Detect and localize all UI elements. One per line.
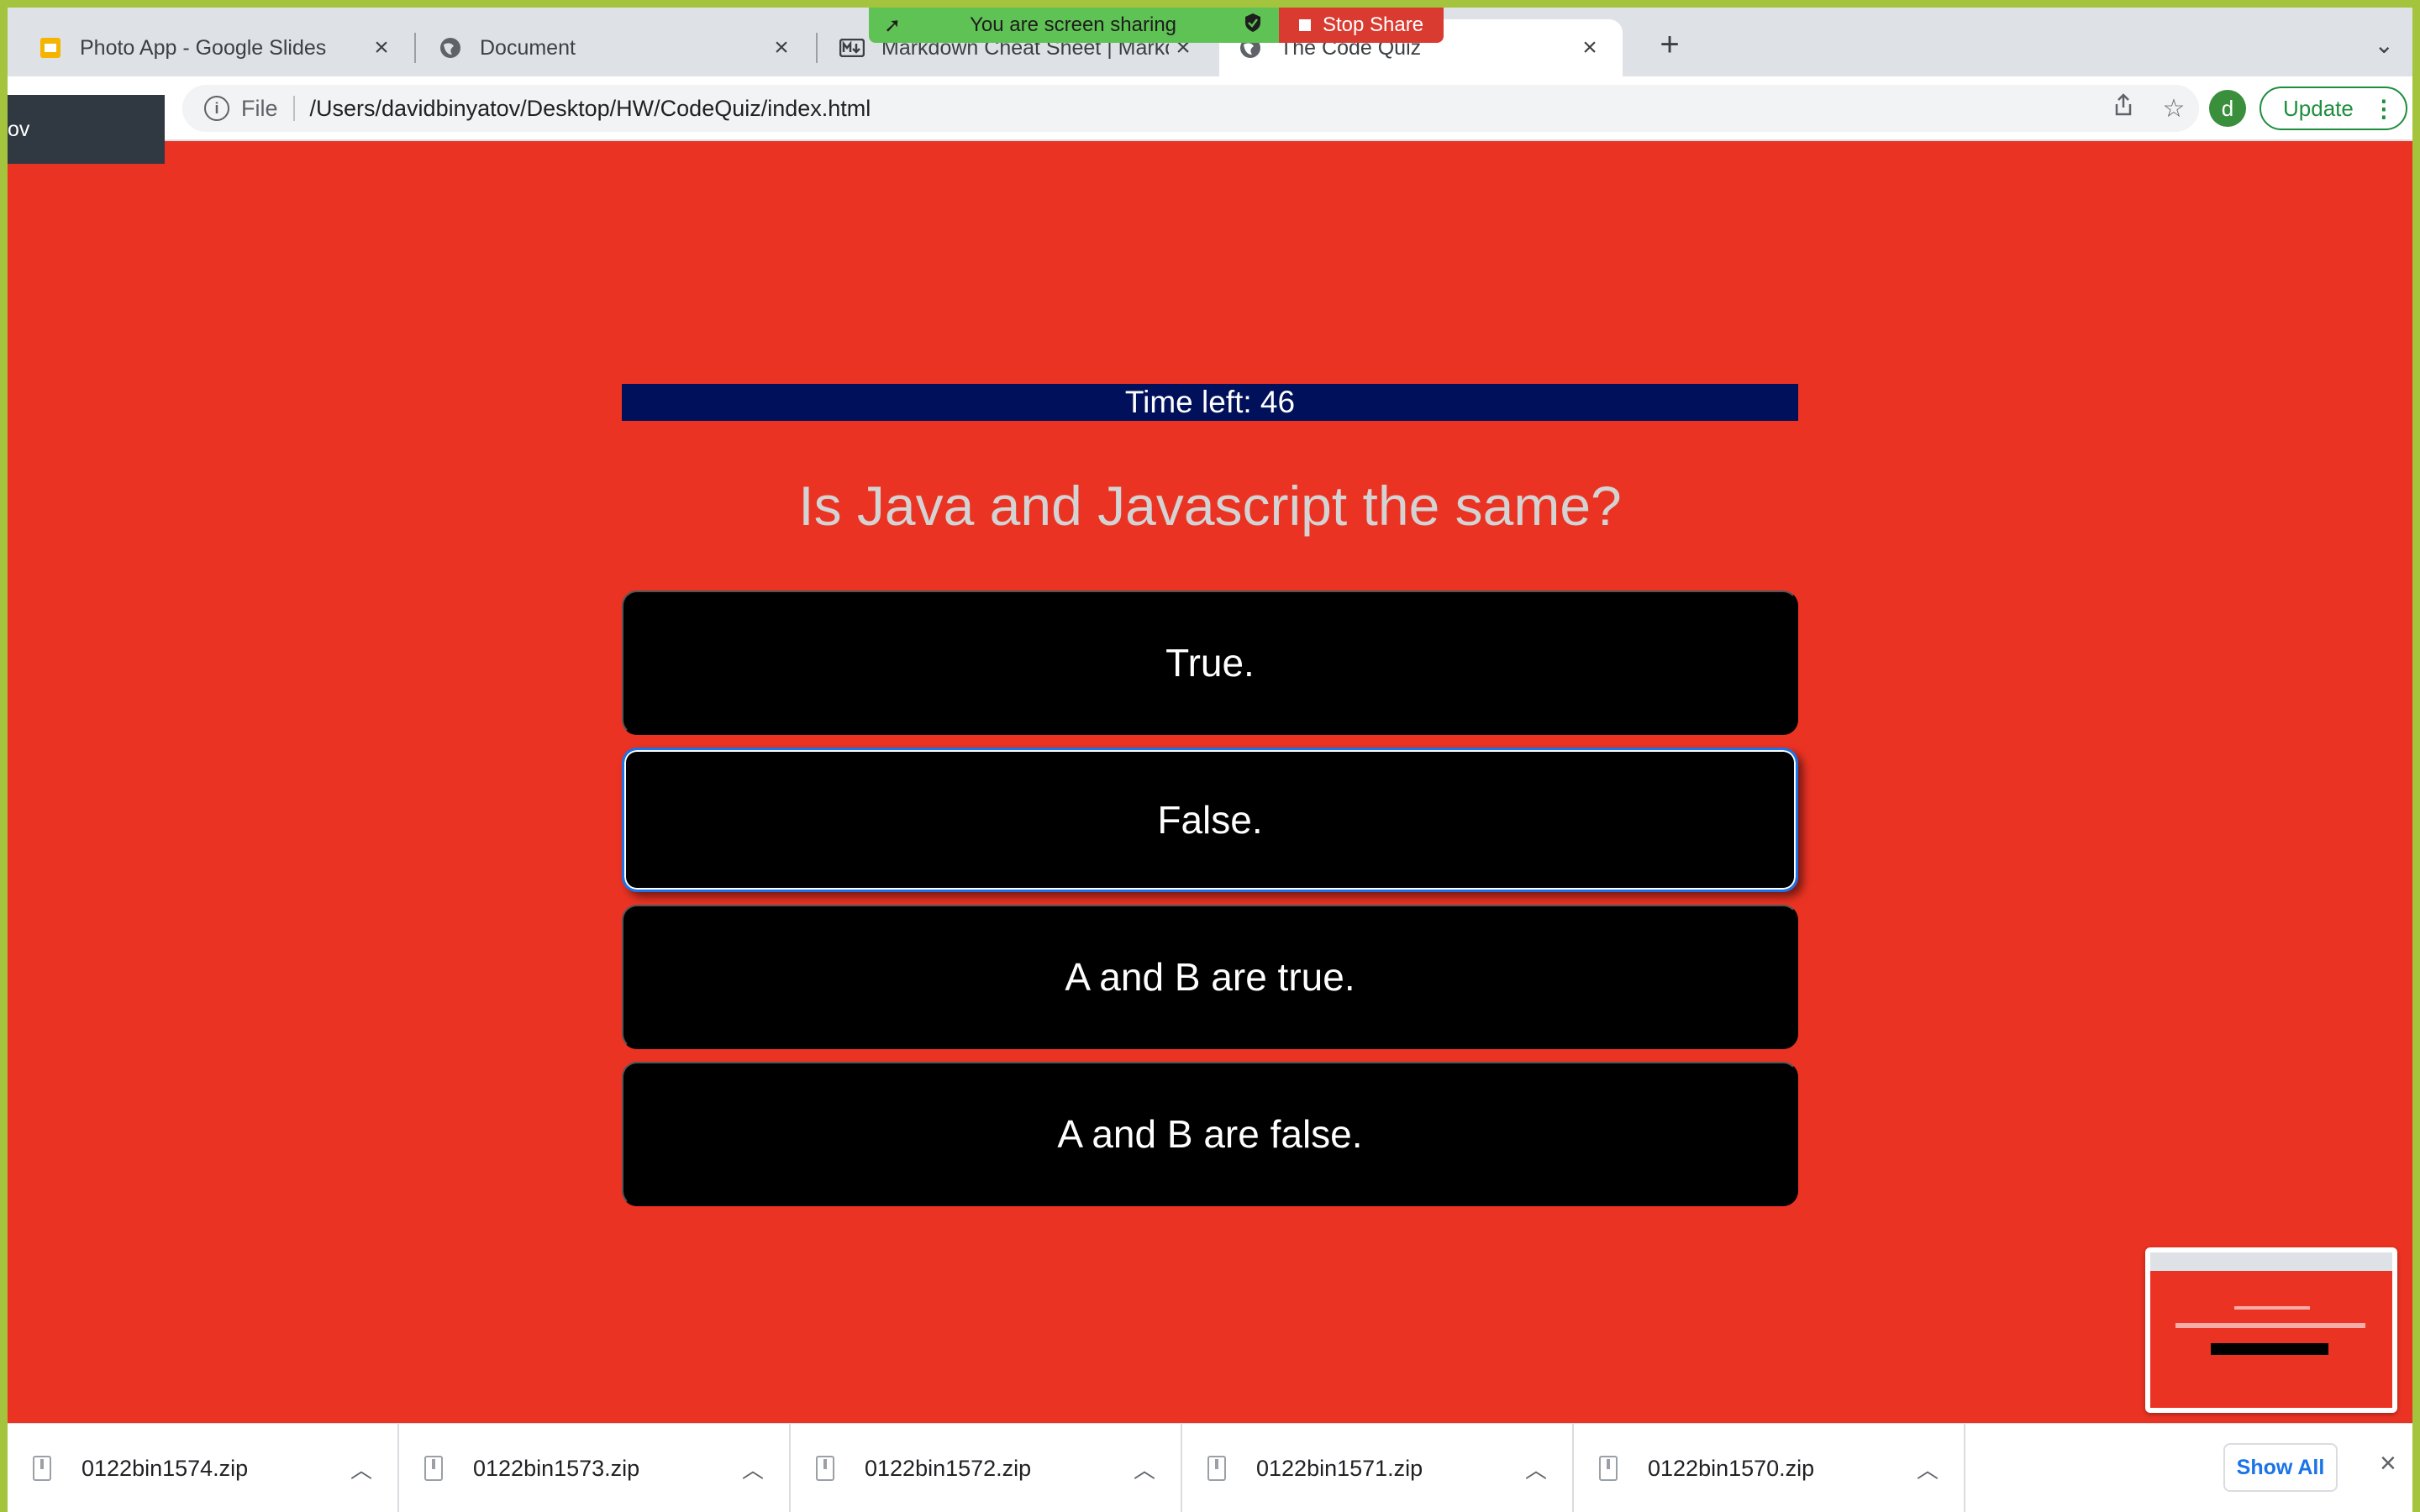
tab-divider — [816, 33, 818, 63]
answer-button-4[interactable]: A and B are false. — [622, 1062, 1798, 1206]
download-item[interactable]: 0122bin1571.zip ︿ — [1182, 1424, 1574, 1512]
zip-file-icon — [424, 1456, 443, 1481]
chevron-up-icon[interactable]: ︿ — [350, 1453, 372, 1484]
tab-title: Photo App - Google Slides — [80, 35, 327, 60]
update-label: Update — [2283, 95, 2354, 121]
scheme-label: File — [241, 95, 278, 121]
update-button[interactable]: Update ⋮ — [2260, 87, 2407, 130]
chevron-up-icon[interactable]: ︿ — [742, 1453, 764, 1484]
download-item[interactable]: 0122bin1572.zip ︿ — [791, 1424, 1182, 1512]
screen-share-status: ➚ You are screen sharing — [869, 8, 1279, 43]
downloads-shelf: 0122bin1574.zip ︿ 0122bin1573.zip ︿ 0122… — [8, 1423, 2412, 1512]
close-icon[interactable]: × — [1576, 34, 1604, 62]
new-tab-button[interactable]: + — [1649, 26, 1691, 64]
screen-share-banner: ➚ You are screen sharing Stop Share — [869, 8, 1444, 43]
thumbnail-content — [2150, 1252, 2392, 1408]
tooltip-text: ov — [8, 117, 30, 141]
thumbnail-line — [2175, 1323, 2365, 1328]
google-slides-icon — [38, 35, 63, 60]
overlay-tooltip: ov — [8, 95, 165, 164]
answer-button-1[interactable]: True. — [622, 591, 1798, 735]
zip-file-icon — [33, 1456, 51, 1481]
download-filename: 0122bin1572.zip — [865, 1455, 1032, 1481]
bookmark-star-icon[interactable]: ☆ — [2149, 94, 2199, 123]
close-icon[interactable]: × — [2380, 1447, 2396, 1480]
zip-file-icon — [1207, 1456, 1226, 1481]
timer-bar: Time left: 46 — [622, 384, 1798, 421]
chevron-up-icon[interactable]: ︿ — [1134, 1453, 1155, 1484]
download-item[interactable]: 0122bin1574.zip ︿ — [8, 1424, 399, 1512]
chevron-up-icon[interactable]: ︿ — [1525, 1453, 1547, 1484]
zip-file-icon — [816, 1456, 834, 1481]
download-filename: 0122bin1573.zip — [473, 1455, 640, 1481]
address-divider — [292, 96, 295, 121]
tab-search-chevron-icon[interactable]: ⌄ — [2375, 31, 2394, 59]
download-filename: 0122bin1571.zip — [1256, 1455, 1423, 1481]
tab-photo-app[interactable]: Photo App - Google Slides × — [19, 19, 414, 76]
address-bar[interactable]: i File /Users/davidbinyatov/Desktop/HW/C… — [182, 85, 2199, 132]
quiz-page: Time left: 46 Is Java and Javascript the… — [8, 141, 2412, 1423]
avatar[interactable]: d — [2209, 90, 2246, 127]
zip-file-icon — [1599, 1456, 1618, 1481]
download-filename: 0122bin1574.zip — [82, 1455, 249, 1481]
thumbnail-line — [2234, 1306, 2310, 1310]
thumbnail-button — [2211, 1343, 2328, 1355]
stop-square-icon — [1298, 19, 1311, 31]
chevron-up-icon[interactable]: ︿ — [1917, 1453, 1939, 1484]
globe-icon — [438, 35, 463, 60]
stop-share-button[interactable]: Stop Share — [1279, 8, 1444, 43]
show-all-downloads-button[interactable]: Show All — [2223, 1443, 2338, 1492]
download-item[interactable]: 0122bin1570.zip ︿ — [1574, 1424, 1965, 1512]
screen-share-preview-thumbnail[interactable] — [2145, 1247, 2397, 1413]
screen-share-text: You are screen sharing — [970, 13, 1177, 36]
tab-document[interactable]: Document × — [419, 19, 814, 76]
answer-button-2[interactable]: False. — [622, 748, 1798, 892]
kebab-menu-icon[interactable]: ⋮ — [2372, 95, 2396, 123]
browser-window: Photo App - Google Slides × Document × M… — [8, 8, 2412, 1512]
download-item[interactable]: 0122bin1573.zip ︿ — [399, 1424, 791, 1512]
share-icon[interactable] — [2098, 93, 2149, 123]
close-icon[interactable]: × — [367, 34, 396, 62]
close-icon[interactable]: × — [767, 34, 796, 62]
tab-divider — [414, 33, 416, 63]
question-text: Is Java and Javascript the same? — [798, 475, 1622, 537]
shield-check-icon — [1244, 13, 1262, 38]
download-filename: 0122bin1570.zip — [1648, 1455, 1815, 1481]
tab-title: Document — [480, 35, 576, 60]
url-text[interactable]: /Users/davidbinyatov/Desktop/HW/CodeQuiz… — [310, 96, 2098, 122]
markdown-icon — [839, 35, 865, 60]
share-arrow-icon: ➚ — [884, 13, 902, 37]
browser-toolbar: i File /Users/davidbinyatov/Desktop/HW/C… — [8, 76, 2412, 140]
answer-button-3[interactable]: A and B are true. — [622, 905, 1798, 1049]
info-icon[interactable]: i — [204, 96, 229, 121]
stop-share-label: Stop Share — [1322, 13, 1424, 36]
